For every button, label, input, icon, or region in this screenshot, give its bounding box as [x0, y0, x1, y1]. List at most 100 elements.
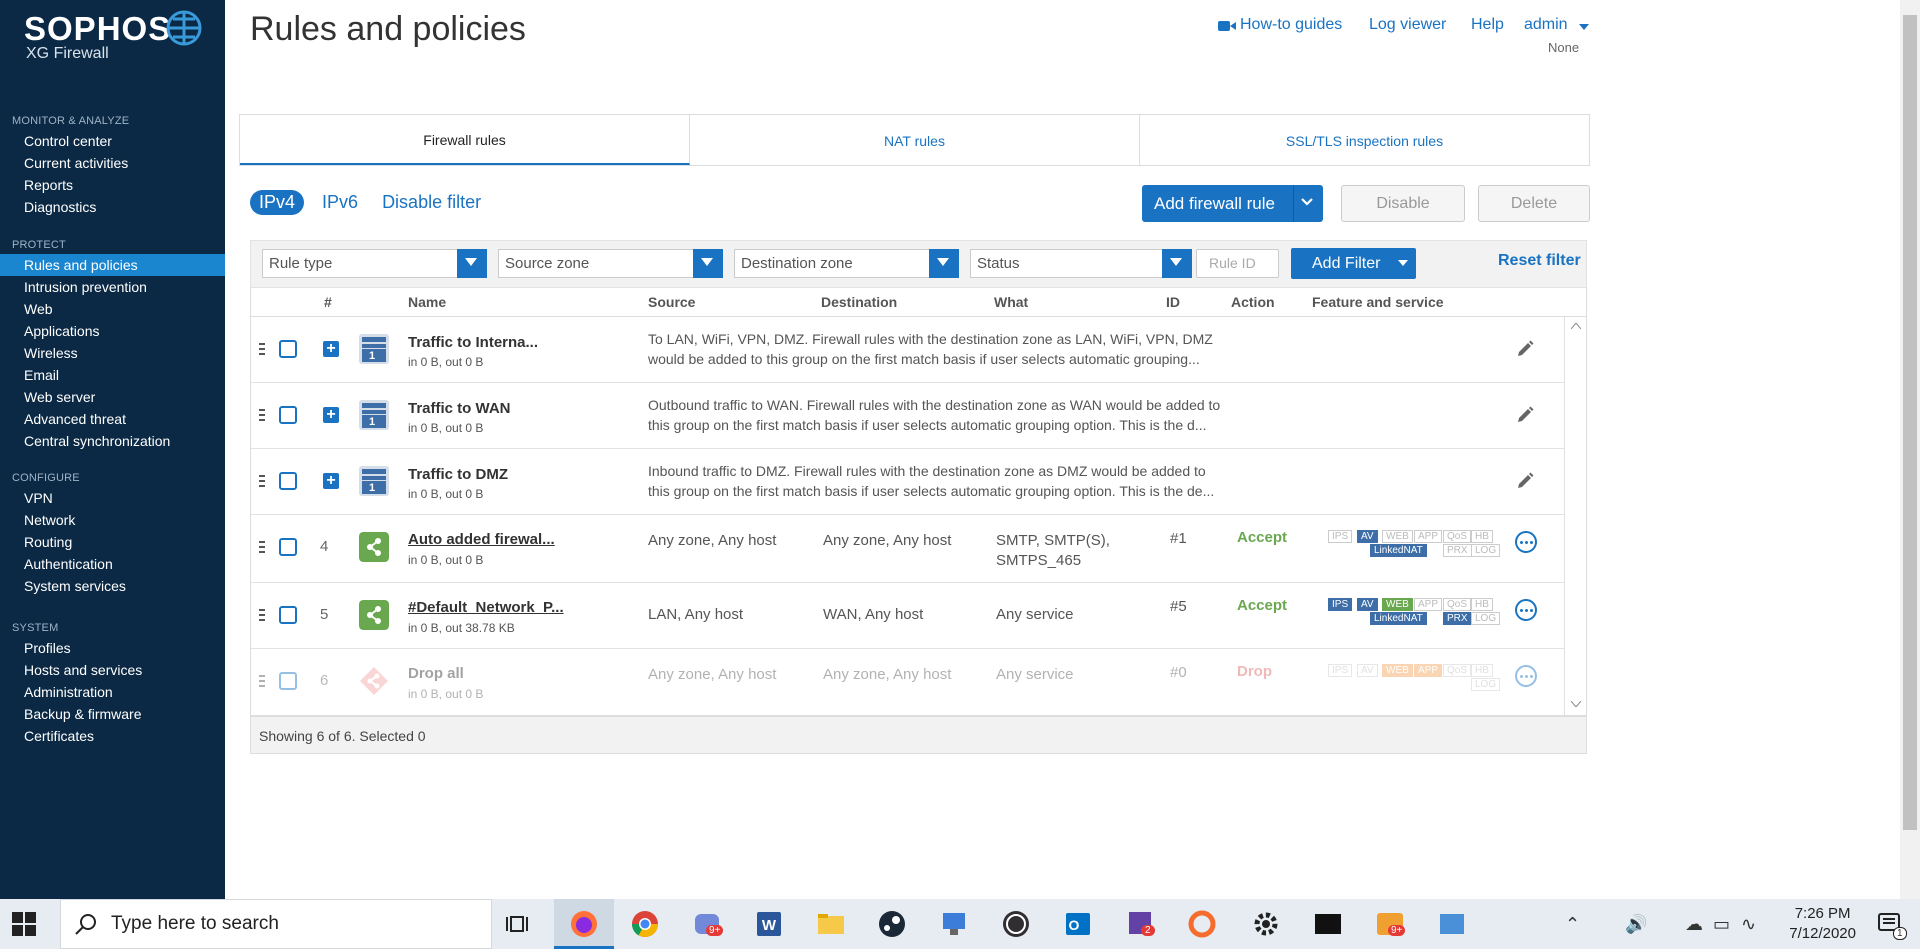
- source-zone-select[interactable]: Source zone: [498, 249, 723, 278]
- delete-button[interactable]: Delete: [1478, 185, 1590, 222]
- rule-row[interactable]: 6 Drop all in 0 B, out 0 B Any zone, Any…: [251, 649, 1564, 715]
- rule-row[interactable]: 4 Auto added firewal... in 0 B, out 0 B …: [251, 515, 1564, 583]
- calculator-icon[interactable]: [1436, 908, 1468, 940]
- windows-start-icon[interactable]: [12, 912, 36, 936]
- scroll-thumb[interactable]: [1903, 15, 1917, 830]
- row-checkbox[interactable]: [279, 606, 297, 624]
- sidebar-item-email[interactable]: Email: [0, 364, 225, 386]
- task-view-icon[interactable]: [503, 908, 535, 940]
- chrome-icon[interactable]: [629, 908, 661, 940]
- row-checkbox[interactable]: [279, 406, 297, 424]
- dropdown-arrow[interactable]: [457, 249, 487, 278]
- sidebar-item-wireless[interactable]: Wireless: [0, 342, 225, 364]
- drag-handle-icon[interactable]: [259, 475, 265, 487]
- rule-group-row[interactable]: + 1 Traffic to Interna... in 0 B, out 0 …: [251, 317, 1564, 383]
- settings-gear-icon[interactable]: [1250, 908, 1282, 940]
- sidebar-item-advanced-threat[interactable]: Advanced threat: [0, 408, 225, 430]
- page-scrollbar[interactable]: [1900, 0, 1920, 899]
- group-name[interactable]: Traffic to DMZ: [408, 466, 508, 483]
- how-to-guides-link[interactable]: How-to guides: [1240, 16, 1342, 34]
- tab-firewall-rules[interactable]: Firewall rules: [240, 115, 690, 165]
- sidebar-item-intrusion-prevention[interactable]: Intrusion prevention: [0, 276, 225, 298]
- sidebar-item-routing[interactable]: Routing: [0, 531, 225, 553]
- log-viewer-link[interactable]: Log viewer: [1369, 16, 1446, 34]
- rule-group-row[interactable]: + 1 Traffic to WAN in 0 B, out 0 B Outbo…: [251, 383, 1564, 449]
- terminal-icon[interactable]: [1312, 908, 1344, 940]
- more-options-icon[interactable]: [1515, 665, 1537, 687]
- reset-filter-link[interactable]: Reset filter: [1498, 252, 1581, 270]
- drag-handle-icon[interactable]: [259, 409, 265, 421]
- clock[interactable]: 7:26 PM 7/12/2020: [1789, 904, 1856, 944]
- sidebar-item-control-center[interactable]: Control center: [0, 130, 225, 152]
- drag-handle-icon[interactable]: [259, 675, 265, 687]
- tab-ssl-tls-rules[interactable]: SSL/TLS inspection rules: [1140, 115, 1589, 165]
- sidebar-item-current-activities[interactable]: Current activities: [0, 152, 225, 174]
- steam-icon[interactable]: [876, 908, 908, 940]
- more-options-icon[interactable]: [1515, 599, 1537, 621]
- rule-row[interactable]: 5 #Default_Network_P... in 0 B, out 38.7…: [251, 583, 1564, 649]
- destination-zone-select[interactable]: Destination zone: [734, 249, 959, 278]
- dropdown-arrow[interactable]: [1162, 249, 1192, 278]
- drag-handle-icon[interactable]: [259, 343, 265, 355]
- scroll-down-icon[interactable]: [1571, 701, 1581, 707]
- rule-id-input[interactable]: Rule ID: [1196, 249, 1279, 278]
- sidebar-item-authentication[interactable]: Authentication: [0, 553, 225, 575]
- origin-icon[interactable]: [1186, 908, 1218, 940]
- sidebar-item-backup-firmware[interactable]: Backup & firmware: [0, 703, 225, 725]
- expand-plus-icon[interactable]: +: [323, 407, 339, 423]
- outlook-icon[interactable]: O: [1062, 908, 1094, 940]
- sidebar-item-rules-and-policies[interactable]: Rules and policies: [0, 254, 225, 276]
- sidebar-item-hosts-and-services[interactable]: Hosts and services: [0, 659, 225, 681]
- add-firewall-rule-button[interactable]: Add firewall rule: [1142, 185, 1323, 222]
- expand-plus-icon[interactable]: +: [323, 341, 339, 357]
- rule-name[interactable]: #Default_Network_P...: [408, 599, 564, 616]
- drag-handle-icon[interactable]: [259, 609, 265, 621]
- sidebar-item-profiles[interactable]: Profiles: [0, 637, 225, 659]
- rule-group-row[interactable]: + 1 Traffic to DMZ in 0 B, out 0 B Inbou…: [251, 449, 1564, 515]
- sophos-logo[interactable]: SOPHOS XG Firewall: [24, 10, 171, 63]
- dropdown-arrow[interactable]: [929, 249, 959, 278]
- sidebar-item-diagnostics[interactable]: Diagnostics: [0, 196, 225, 218]
- rule-name[interactable]: Auto added firewal...: [408, 531, 555, 548]
- scroll-up-icon[interactable]: [1571, 323, 1581, 329]
- row-checkbox[interactable]: [279, 472, 297, 490]
- speaker-icon[interactable]: 🔊: [1625, 914, 1647, 935]
- battery-icon[interactable]: ▭: [1713, 914, 1730, 935]
- obs-icon[interactable]: [1000, 908, 1032, 940]
- sidebar-item-administration[interactable]: Administration: [0, 681, 225, 703]
- sidebar-item-applications[interactable]: Applications: [0, 320, 225, 342]
- more-options-icon[interactable]: [1515, 531, 1537, 553]
- chevron-down-icon[interactable]: [1300, 195, 1314, 209]
- disable-filter-link[interactable]: Disable filter: [382, 192, 481, 213]
- firefox-icon[interactable]: [568, 908, 600, 940]
- add-filter-button[interactable]: Add Filter: [1291, 248, 1416, 279]
- sidebar-item-web-server[interactable]: Web server: [0, 386, 225, 408]
- pencil-icon[interactable]: [1515, 471, 1535, 491]
- help-link[interactable]: Help: [1471, 16, 1504, 34]
- wifi-icon[interactable]: ∿: [1741, 914, 1756, 935]
- row-checkbox[interactable]: [279, 340, 297, 358]
- word-icon[interactable]: W: [753, 908, 785, 940]
- sidebar-item-system-services[interactable]: System services: [0, 575, 225, 597]
- sidebar-item-network[interactable]: Network: [0, 509, 225, 531]
- ipv4-toggle[interactable]: IPv4: [250, 190, 305, 215]
- expand-plus-icon[interactable]: +: [323, 473, 339, 489]
- rule-type-select[interactable]: Rule type: [262, 249, 487, 278]
- network-app-icon[interactable]: [938, 908, 970, 940]
- dropdown-arrow[interactable]: [693, 249, 723, 278]
- sidebar-item-web[interactable]: Web: [0, 298, 225, 320]
- table-scrollbar[interactable]: [1564, 317, 1586, 715]
- row-checkbox[interactable]: [279, 672, 297, 690]
- disable-button[interactable]: Disable: [1341, 185, 1465, 222]
- admin-menu[interactable]: admin: [1524, 16, 1568, 34]
- tab-nat-rules[interactable]: NAT rules: [690, 115, 1140, 165]
- group-name[interactable]: Traffic to Interna...: [408, 334, 538, 351]
- rule-name[interactable]: Drop all: [408, 665, 464, 682]
- pencil-icon[interactable]: [1515, 339, 1535, 359]
- sidebar-item-reports[interactable]: Reports: [0, 174, 225, 196]
- drag-handle-icon[interactable]: [259, 541, 265, 553]
- sidebar-item-vpn[interactable]: VPN: [0, 487, 225, 509]
- file-explorer-icon[interactable]: [815, 908, 847, 940]
- chevron-up-icon[interactable]: ⌃: [1565, 914, 1580, 935]
- sidebar-item-central-synchronization[interactable]: Central synchronization: [0, 430, 225, 452]
